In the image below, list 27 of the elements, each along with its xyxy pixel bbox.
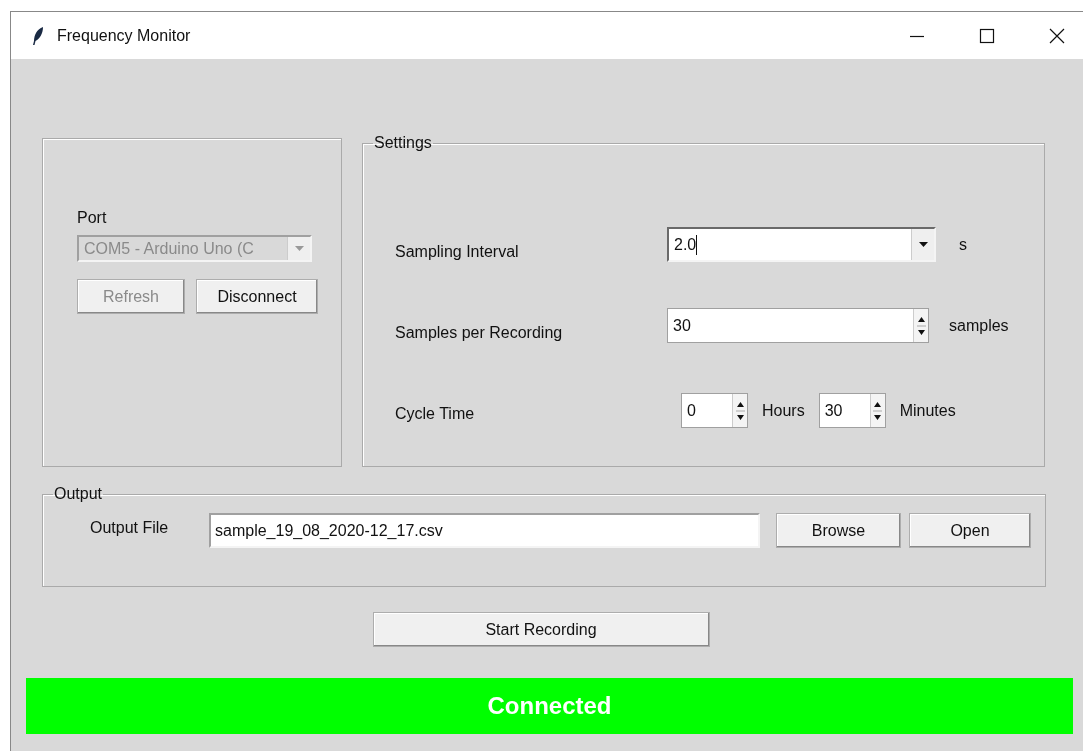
setting-label: Cycle Time [395,403,476,423]
interval-dropdown[interactable]: 2.0 [667,227,936,262]
feather-icon [31,25,45,46]
output-title: Output [53,485,104,503]
output-button[interactable]: Browse [776,513,901,548]
output-file-field[interactable]: sample_19_08_2020-12_17.csv [209,513,760,548]
start-recording-button[interactable]: Start Recording [372,612,710,647]
unit-label: s [959,235,967,254]
window-title: Frequency Monitor [57,26,191,45]
dropdown-arrow-icon [918,242,928,247]
maximize-icon[interactable] [979,27,995,44]
unit-label: Hours [762,401,805,420]
output-file-label: Output File [90,518,170,537]
time-spinbox[interactable]: 30 [818,393,886,428]
panel-button[interactable]: Disconnect [196,279,318,314]
dropdown-arrow-icon [294,246,304,251]
output-button[interactable]: Open [909,513,1031,548]
close-icon[interactable] [1049,27,1065,44]
time-spinbox[interactable]: 0 [681,393,748,428]
unit-label: samples [949,316,1009,335]
settings-title: Settings [373,134,433,152]
setting-label: Sampling Interval [395,241,520,261]
port-label: Port [77,209,107,227]
status-bar: Connected [26,678,1073,734]
samples-spinbox[interactable]: 30 [667,308,929,343]
setting-label: Samples per Recording [395,322,564,342]
unit-label: Minutes [899,401,956,420]
